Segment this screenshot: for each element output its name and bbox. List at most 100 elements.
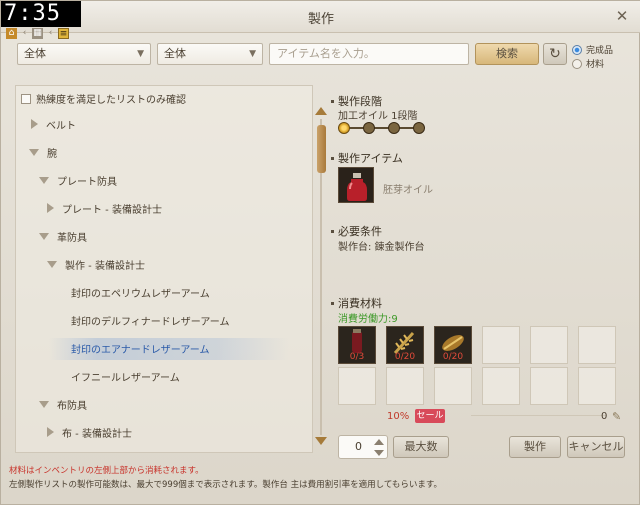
recipe-item-label: 封印のデルフィナードレザーアーム — [71, 316, 230, 328]
caret-down-icon — [47, 260, 57, 268]
material-slot-empty — [482, 367, 520, 405]
tree-item-arm[interactable]: 腕 — [29, 143, 57, 161]
sale-badge: セール — [415, 409, 445, 423]
red-potion-icon[interactable]: 0/3 — [338, 326, 376, 364]
search-button[interactable]: 検索 — [475, 43, 539, 65]
window-title: 製作 — [307, 12, 334, 27]
labor-feather-icon: ✎ — [612, 410, 622, 423]
category-select-1-value: 全体 — [24, 47, 46, 60]
category-select-1[interactable]: 全体 ▼ — [17, 43, 151, 65]
breadcrumb: ⌂ ‹ ▦ ‹ ≡ — [6, 27, 69, 39]
tree-item-plate-designer[interactable]: プレート - 装備設計士 — [47, 199, 162, 217]
material-slot-empty — [434, 367, 472, 405]
radio-dot — [572, 58, 582, 69]
stage-dot — [388, 122, 400, 134]
tree-item-cloth-armor[interactable]: 布防具 — [39, 395, 87, 413]
stage-progress — [338, 121, 428, 135]
radio-materials[interactable]: 材料 — [572, 57, 604, 70]
note-line-2: 左側製作リストの製作可能数は、最大で999個まで表示されます。製作台 主は費用割… — [9, 480, 443, 490]
tree-item-belt[interactable]: ベルト — [31, 115, 76, 133]
bullet-icon — [331, 229, 334, 233]
mastery-filter-label: 熟練度を満足したリストのみ確認 — [36, 95, 186, 106]
grid-icon[interactable]: ▦ — [32, 27, 43, 39]
material-slot-empty — [482, 326, 520, 364]
radio-materials-label: 材料 — [586, 60, 605, 70]
chevron-down-icon: ▼ — [249, 49, 256, 59]
chevron-down-icon: ▼ — [137, 49, 144, 59]
close-icon[interactable]: ✕ — [613, 7, 631, 25]
recipe-item[interactable]: 封印のデルフィナードレザーアーム — [71, 311, 230, 329]
recipe-item[interactable]: イフニールレザーアーム — [71, 367, 180, 385]
category-select-2-value: 全体 — [164, 47, 186, 60]
tree-item-label: 布防具 — [57, 400, 87, 412]
caret-down-icon — [39, 400, 49, 408]
footer-notes: 材料はインベントリの左側上部から消耗されます。 左側製作リストの製作可能数は、最… — [9, 464, 442, 492]
bullet-icon — [331, 99, 334, 103]
radio-dot-selected — [572, 44, 582, 55]
grain-bundle-icon[interactable]: 0/20 — [434, 326, 472, 364]
list-icon[interactable]: ≡ — [58, 27, 69, 39]
material-slot-empty — [530, 367, 568, 405]
caret-right-icon — [47, 427, 54, 437]
note-line-1: 材料はインベントリの左側上部から消耗されます。 — [9, 466, 204, 476]
tree-item-label: 布 - 装備設計士 — [62, 428, 132, 440]
caret-right-icon — [47, 203, 54, 213]
recipe-item-label: イフニールレザーアーム — [71, 372, 180, 384]
material-count: 0/20 — [442, 352, 464, 362]
discount-percent: 10% — [387, 411, 410, 422]
stage-dot-active — [338, 122, 350, 134]
craft-item-name: 胚芽オイル — [383, 185, 433, 196]
list-scrollbar[interactable] — [315, 107, 327, 447]
material-slot-empty — [578, 367, 616, 405]
chevron-left-icon: ‹ — [48, 27, 53, 38]
material-slot-empty — [530, 326, 568, 364]
increment-icon[interactable] — [374, 439, 384, 445]
wheat-icon[interactable]: 0/20 — [386, 326, 424, 364]
tree-item-label: 革防具 — [57, 232, 87, 244]
stage-line — [346, 127, 422, 129]
bullet-icon — [331, 156, 334, 160]
craft-item-heading: 製作アイテム — [331, 150, 403, 166]
caret-down-icon — [29, 148, 39, 156]
materials-heading: 消費材料 — [331, 295, 382, 311]
max-quantity-button[interactable]: 最大数 — [393, 436, 449, 458]
category-select-2[interactable]: 全体 ▼ — [157, 43, 263, 65]
requirement-title: 必要条件 — [338, 225, 382, 238]
tree-item-cloth-designer[interactable]: 布 - 装備設計士 — [47, 423, 132, 441]
scroll-down-icon[interactable] — [315, 437, 327, 445]
refresh-icon[interactable]: ↻ — [543, 43, 567, 65]
craft-window: 製作 ✕ 7:35 ⌂ ‹ ▦ ‹ ≡ 全体 ▼ 全体 ▼ アイテム名を入力。 … — [0, 0, 640, 505]
tree-item-leather-armor[interactable]: 革防具 — [39, 227, 87, 245]
scroll-thumb[interactable] — [317, 125, 326, 173]
recipe-item[interactable]: 封印のエペリウムレザーアーム — [71, 283, 210, 301]
craft-button[interactable]: 製作 — [509, 436, 561, 458]
title-bar[interactable]: 製作 ✕ — [1, 1, 640, 33]
oil-bottle-icon[interactable] — [338, 167, 374, 203]
caret-down-icon — [39, 176, 49, 184]
chevron-left-icon: ‹ — [22, 27, 27, 38]
caret-right-icon — [31, 119, 38, 129]
mastery-filter-checkbox[interactable]: 熟練度を満足したリストのみ確認 — [21, 91, 186, 106]
radio-finished[interactable]: 完成品 — [572, 43, 613, 56]
recipe-item-selected[interactable]: 封印のエアナードレザーアーム — [71, 339, 210, 357]
tree-item-label: プレート - 装備設計士 — [62, 204, 162, 216]
cancel-button[interactable]: キャンセル — [567, 436, 625, 458]
home-icon[interactable]: ⌂ — [6, 27, 17, 39]
stage-dot — [413, 122, 425, 134]
tree-item-leather-designer[interactable]: 製作 - 装備設計士 — [47, 255, 145, 273]
material-slot-empty — [338, 367, 376, 405]
tree-item-label: 製作 - 装備設計士 — [65, 260, 145, 272]
scroll-up-icon[interactable] — [315, 107, 327, 115]
requirement-heading: 必要条件 — [331, 223, 382, 239]
tree-item-plate-armor[interactable]: プレート防具 — [39, 171, 117, 189]
tree-item-label: ベルト — [46, 120, 76, 132]
checkbox-box[interactable] — [21, 93, 31, 104]
stage-dot — [363, 122, 375, 134]
recipe-item-label: 封印のエアナードレザーアーム — [71, 344, 210, 356]
tree-item-label: 腕 — [47, 148, 57, 160]
decrement-icon[interactable] — [374, 450, 384, 456]
requirement-value: 製作台: 錬金製作台 — [338, 242, 425, 253]
recipe-item-label: 封印のエペリウムレザーアーム — [71, 288, 210, 300]
materials-title: 消費材料 — [338, 297, 382, 310]
search-input[interactable]: アイテム名を入力。 — [269, 43, 469, 65]
